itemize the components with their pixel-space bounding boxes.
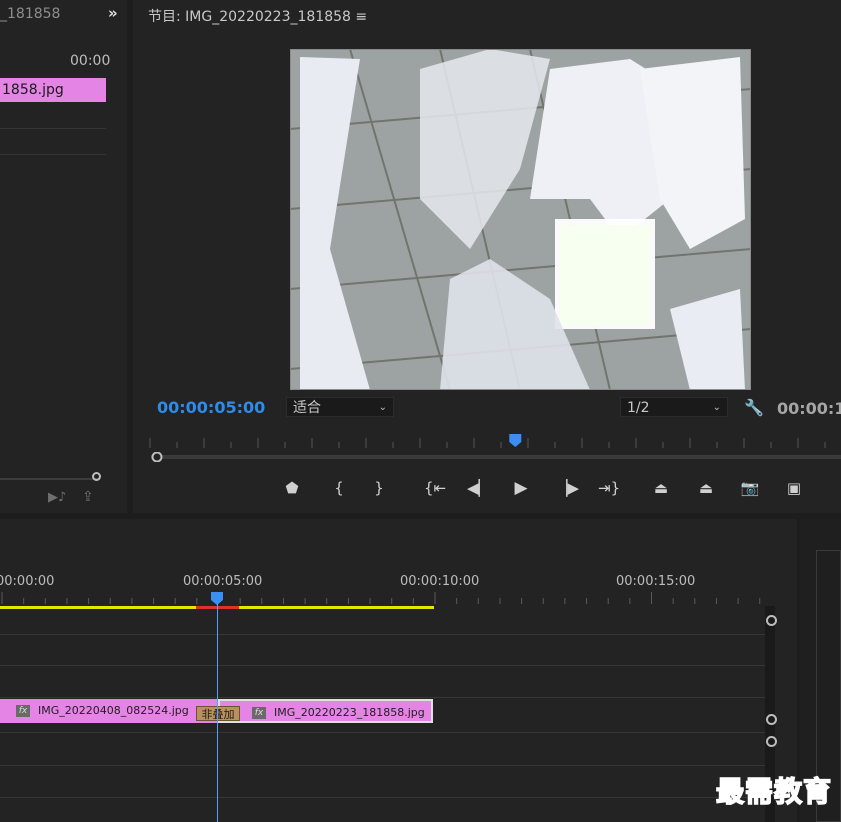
track-divider xyxy=(0,697,765,698)
clip-label: IMG_20220408_082524.jpg xyxy=(38,704,189,717)
scroll-handle[interactable] xyxy=(766,615,777,626)
watermark-logo: 最需教育 xyxy=(715,774,833,809)
source-timecode: 00:00 xyxy=(70,53,111,69)
track-divider xyxy=(0,634,765,635)
step-forward-button[interactable]: ▕▶ xyxy=(556,478,580,498)
extract-button[interactable]: ⏏ xyxy=(695,478,717,498)
extract-icon: ⏏ xyxy=(698,479,714,497)
source-divider xyxy=(0,128,106,129)
duration-timecode: 00:00:1 xyxy=(777,399,841,418)
transition-block[interactable]: 非叠加 xyxy=(196,706,240,721)
export-icon[interactable]: ⇪ xyxy=(82,489,94,505)
mark-out-icon: } xyxy=(374,479,384,497)
compare-icon: ▣ xyxy=(786,479,802,497)
step-back-button[interactable]: ◀▏ xyxy=(467,478,491,498)
insert-audio-icon[interactable]: ▶♪ xyxy=(48,490,66,505)
video-preview xyxy=(290,49,751,390)
step-forward-icon: ▕▶ xyxy=(556,479,580,497)
lift-button[interactable]: ⏏ xyxy=(650,478,672,498)
camera-icon: 📷 xyxy=(740,479,760,497)
current-timecode[interactable]: 00:00:05:00 xyxy=(157,398,265,417)
mark-in-button[interactable]: { xyxy=(328,478,350,498)
chevron-down-icon: ⌄ xyxy=(378,402,387,413)
scroll-handle[interactable] xyxy=(766,736,777,747)
compare-view-button[interactable]: ▣ xyxy=(783,478,805,498)
track-divider xyxy=(0,797,765,798)
track-divider xyxy=(0,732,765,733)
play-button[interactable]: ▶ xyxy=(510,478,532,498)
go-to-in-button[interactable]: {⇤ xyxy=(424,478,446,498)
timeline-clip-selected[interactable]: fx IMG_20220223_181858.jpg xyxy=(218,699,433,723)
timeline-panel xyxy=(0,519,797,822)
source-zoom-scrollbar[interactable] xyxy=(0,478,100,480)
play-icon: ▶ xyxy=(514,478,528,498)
track-divider xyxy=(0,665,765,666)
fx-badge: fx xyxy=(16,705,30,717)
panel-overflow-icon[interactable]: » xyxy=(108,4,118,22)
chevron-down-icon: ⌄ xyxy=(712,402,721,413)
mark-out-button[interactable]: } xyxy=(368,478,390,498)
program-monitor-title[interactable]: 节目: IMG_20220223_181858 ≡ xyxy=(148,6,367,26)
playback-resolution-select[interactable]: 1/2 ⌄ xyxy=(620,397,728,417)
source-divider xyxy=(0,154,106,155)
timeline-clip[interactable]: fx IMG_20220408_082524.jpg xyxy=(0,699,218,723)
timeline-playhead-line[interactable] xyxy=(217,604,218,822)
track-divider xyxy=(0,765,765,766)
scroll-handle[interactable] xyxy=(766,714,777,725)
marker-icon: ⬟ xyxy=(285,479,299,497)
fx-badge: fx xyxy=(252,707,266,719)
export-frame-button[interactable]: 📷 xyxy=(739,478,761,498)
zoom-level-value: 适合 xyxy=(293,400,321,416)
program-time-ruler[interactable] xyxy=(148,430,841,450)
resolution-value: 1/2 xyxy=(627,400,650,416)
source-tab-title[interactable]: _181858 xyxy=(0,6,60,22)
source-scroll-handle[interactable] xyxy=(92,472,101,481)
source-panel xyxy=(0,0,127,513)
program-playhead xyxy=(509,434,522,447)
zoom-level-select[interactable]: 适合 ⌄ xyxy=(286,397,394,417)
timeline-ruler[interactable] xyxy=(0,570,770,610)
clip-label: IMG_20220223_181858.jpg xyxy=(274,706,425,719)
mark-in-icon: { xyxy=(334,479,344,497)
go-to-out-icon: ⇥} xyxy=(598,479,621,497)
go-to-in-icon: {⇤ xyxy=(424,479,447,497)
program-zoom-scrollbar[interactable] xyxy=(151,452,841,462)
step-back-icon: ◀▏ xyxy=(467,479,491,497)
add-marker-button[interactable]: ⬟ xyxy=(281,478,303,498)
program-title-text: 节目: IMG_20220223_181858 xyxy=(148,9,351,25)
source-clip[interactable]: 1858.jpg xyxy=(0,78,106,102)
panel-menu-icon[interactable]: ≡ xyxy=(355,9,367,25)
lift-icon: ⏏ xyxy=(653,479,669,497)
settings-wrench-icon[interactable]: 🔧 xyxy=(744,398,764,417)
go-to-out-button[interactable]: ⇥} xyxy=(598,478,620,498)
